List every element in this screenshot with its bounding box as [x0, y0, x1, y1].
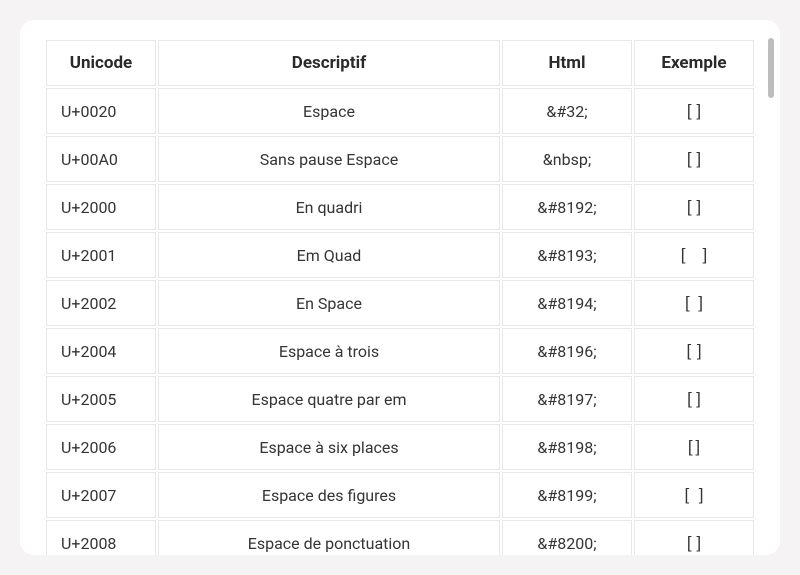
- cell-example: [ ]: [634, 232, 754, 278]
- cell-unicode: U+2004: [46, 328, 156, 374]
- cell-unicode: U+00A0: [46, 136, 156, 182]
- table-row: U+00A0 Sans pause Espace &nbsp; [ ]: [46, 136, 754, 182]
- table-header-row: Unicode Descriptif Html Exemple: [46, 40, 754, 86]
- cell-html: &#8200;: [502, 520, 632, 555]
- cell-html: &#8192;: [502, 184, 632, 230]
- scrollbar-thumb[interactable]: [768, 38, 774, 98]
- cell-unicode: U+2000: [46, 184, 156, 230]
- header-html: Html: [502, 40, 632, 86]
- table-row: U+2008 Espace de ponctuation &#8200; [ ]: [46, 520, 754, 555]
- table-row: U+2001 Em Quad &#8193; [ ]: [46, 232, 754, 278]
- cell-unicode: U+2005: [46, 376, 156, 422]
- cell-example: [ ]: [634, 520, 754, 555]
- cell-description: En Space: [158, 280, 500, 326]
- cell-example: [ ]: [634, 472, 754, 518]
- table-row: U+2007 Espace des figures &#8199; [ ]: [46, 472, 754, 518]
- cell-html: &#8193;: [502, 232, 632, 278]
- cell-unicode: U+2008: [46, 520, 156, 555]
- cell-html: &#32;: [502, 88, 632, 134]
- cell-unicode: U+2002: [46, 280, 156, 326]
- cell-html: &#8199;: [502, 472, 632, 518]
- cell-html: &#8197;: [502, 376, 632, 422]
- cell-description: Espace des figures: [158, 472, 500, 518]
- unicode-spaces-table: Unicode Descriptif Html Exemple U+0020 E…: [44, 38, 756, 555]
- table-row: U+2004 Espace à trois &#8196; [ ]: [46, 328, 754, 374]
- table-row: U+0020 Espace &#32; [ ]: [46, 88, 754, 134]
- header-description: Descriptif: [158, 40, 500, 86]
- header-example: Exemple: [634, 40, 754, 86]
- cell-example: [ ]: [634, 88, 754, 134]
- table-body: U+0020 Espace &#32; [ ] U+00A0 Sans paus…: [46, 88, 754, 555]
- cell-description: En quadri: [158, 184, 500, 230]
- cell-unicode: U+2001: [46, 232, 156, 278]
- cell-example: [ ]: [634, 424, 754, 470]
- cell-example: [ ]: [634, 184, 754, 230]
- cell-html: &nbsp;: [502, 136, 632, 182]
- table-row: U+2006 Espace à six places &#8198; [ ]: [46, 424, 754, 470]
- cell-unicode: U+2006: [46, 424, 156, 470]
- cell-description: Espace à six places: [158, 424, 500, 470]
- cell-description: Sans pause Espace: [158, 136, 500, 182]
- cell-description: Espace à trois: [158, 328, 500, 374]
- cell-example: [ ]: [634, 376, 754, 422]
- cell-description: Espace: [158, 88, 500, 134]
- cell-html: &#8194;: [502, 280, 632, 326]
- table-row: U+2002 En Space &#8194; [ ]: [46, 280, 754, 326]
- cell-unicode: U+0020: [46, 88, 156, 134]
- cell-example: [ ]: [634, 280, 754, 326]
- cell-html: &#8196;: [502, 328, 632, 374]
- cell-description: Espace quatre par em: [158, 376, 500, 422]
- cell-example: [ ]: [634, 136, 754, 182]
- cell-description: Em Quad: [158, 232, 500, 278]
- cell-description: Espace de ponctuation: [158, 520, 500, 555]
- header-unicode: Unicode: [46, 40, 156, 86]
- cell-example: [ ]: [634, 328, 754, 374]
- table-row: U+2000 En quadri &#8192; [ ]: [46, 184, 754, 230]
- table-row: U+2005 Espace quatre par em &#8197; [ ]: [46, 376, 754, 422]
- table-card: Unicode Descriptif Html Exemple U+0020 E…: [20, 20, 780, 555]
- cell-unicode: U+2007: [46, 472, 156, 518]
- cell-html: &#8198;: [502, 424, 632, 470]
